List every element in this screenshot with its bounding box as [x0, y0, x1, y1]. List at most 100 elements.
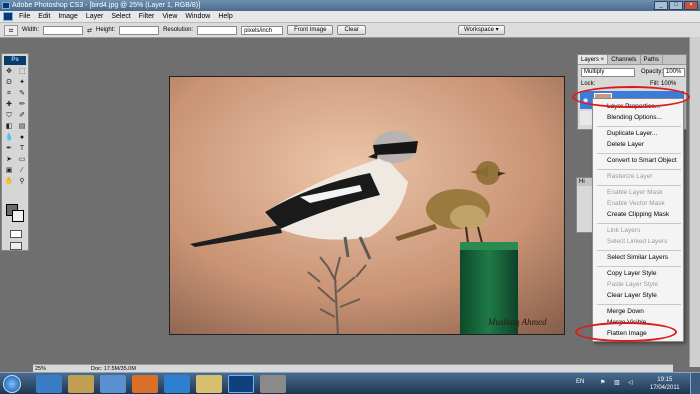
start-button[interactable] [3, 375, 21, 393]
menu-item-blending-options[interactable]: Blending Options... [607, 114, 662, 122]
lock-label: Lock: [581, 81, 596, 87]
menu-item-link-layers: Link Layers [607, 227, 641, 234]
menu-item-convert-smart-object[interactable]: Convert to Smart Object [607, 157, 677, 165]
shape-tool-icon[interactable]: ▭ [16, 155, 28, 165]
hp-icon[interactable] [36, 375, 62, 393]
marquee-tool-icon[interactable]: ⬚ [16, 67, 28, 77]
crop-tool-icon[interactable]: ⌗ [3, 89, 15, 99]
bird-photo: Mushtaq Ahmed [170, 77, 564, 334]
notes-tool-icon[interactable]: ▣ [3, 166, 15, 176]
width-label: Width: [22, 27, 40, 33]
opacity-field[interactable]: 100% [663, 68, 685, 77]
crop-tool-icon[interactable]: ⌗ [4, 24, 18, 36]
minimize-button[interactable]: _ [654, 1, 668, 10]
height-field[interactable] [119, 25, 160, 35]
annotation-ellipse-layer [572, 86, 690, 108]
internet-explorer-icon[interactable] [164, 375, 190, 393]
tab-layers[interactable]: Layers × [578, 55, 609, 64]
status-bar: 25% Doc: 17.5M/35.0M [33, 364, 673, 372]
pen-tool-icon[interactable]: ✒ [3, 144, 15, 154]
outlook-icon[interactable] [100, 375, 126, 393]
photoshop-menu-icon[interactable] [3, 12, 13, 21]
menu-item-select-linked-layers: Select Linked Layers [607, 238, 668, 245]
eyedropper-tool-icon[interactable]: ⁄ [16, 166, 28, 176]
panel-dock-strip [689, 37, 700, 367]
menu-bar: File Edit Image Layer Select Filter View… [0, 11, 700, 23]
clock[interactable]: 19:15 17/04/2011 [650, 376, 680, 392]
close-button[interactable]: × [684, 1, 698, 10]
menu-divider [597, 126, 681, 127]
clear-button[interactable]: Clear [337, 25, 366, 35]
clock-time: 19:15 [657, 377, 673, 383]
menu-divider [597, 266, 681, 267]
maximize-button[interactable]: □ [669, 1, 683, 10]
document-canvas[interactable]: Mushtaq Ahmed [169, 76, 565, 335]
menu-filter[interactable]: Filter [135, 11, 159, 23]
menu-divider [597, 223, 681, 224]
menu-window[interactable]: Window [181, 11, 214, 23]
resolution-unit-select[interactable]: pixels/inch [241, 25, 284, 35]
menu-item-delete-layer[interactable]: Delete Layer [607, 141, 644, 149]
options-bar: ⌗ Width: ⇄ Height: Resolution: pixels/in… [0, 23, 700, 38]
volume-icon[interactable]: ◁ [628, 379, 633, 386]
slice-tool-icon[interactable]: ✎ [16, 89, 28, 99]
gradient-tool-icon[interactable]: ▤ [16, 122, 28, 132]
menu-select[interactable]: Select [107, 11, 134, 23]
front-image-button[interactable]: Front Image [287, 25, 334, 35]
menu-item-duplicate-layer[interactable]: Duplicate Layer... [607, 130, 657, 138]
menu-layer[interactable]: Layer [82, 11, 108, 23]
menu-item-copy-layer-style[interactable]: Copy Layer Style [607, 270, 657, 278]
standard-mode-icon[interactable] [10, 230, 22, 238]
zoom-tool-icon[interactable]: ⚲ [16, 177, 28, 187]
title-bar: Adobe Photoshop CS3 - [bird4.jpg @ 25% (… [0, 0, 700, 11]
stamp-tool-icon[interactable]: ⛉ [3, 111, 15, 121]
network-icon[interactable]: ▥ [614, 379, 620, 386]
healing-tool-icon[interactable]: ✚ [3, 100, 15, 110]
menu-edit[interactable]: Edit [34, 11, 54, 23]
tab-channels[interactable]: Channels [608, 55, 641, 64]
clock-date: 17/04/2011 [650, 385, 680, 391]
history-brush-icon[interactable]: ✐ [16, 111, 28, 121]
app-taskbar-icon[interactable] [260, 375, 286, 393]
menu-divider [597, 169, 681, 170]
explorer-folder-icon[interactable] [196, 375, 222, 393]
menu-divider [597, 185, 681, 186]
media-player-icon[interactable] [68, 375, 94, 393]
photoshop-taskbar-icon[interactable] [228, 375, 254, 393]
window-controls: _ □ × [654, 1, 698, 10]
menu-help[interactable]: Help [214, 11, 236, 23]
resolution-field[interactable] [197, 25, 238, 35]
background-color-swatch[interactable] [12, 210, 24, 222]
menu-item-merge-down[interactable]: Merge Down [607, 308, 644, 316]
type-tool-icon[interactable]: T [16, 144, 28, 154]
menu-item-enable-layer-mask: Enable Layer Mask [607, 189, 663, 196]
flag-icon[interactable]: ⚑ [600, 379, 605, 386]
layer-context-menu: Layer Properties... Blending Options... … [592, 98, 684, 342]
magic-wand-tool-icon[interactable]: ✦ [16, 78, 28, 88]
blur-tool-icon[interactable]: 💧 [3, 133, 15, 143]
dodge-tool-icon[interactable]: ● [16, 133, 28, 143]
menu-item-select-similar-layers[interactable]: Select Similar Layers [607, 254, 668, 262]
menu-item-clear-layer-style[interactable]: Clear Layer Style [607, 292, 657, 300]
brush-tool-icon[interactable]: ✏ [16, 100, 28, 110]
path-select-icon[interactable]: ➤ [3, 155, 15, 165]
tab-paths[interactable]: Paths [641, 55, 663, 64]
hand-tool-icon[interactable]: ✋ [3, 177, 15, 187]
workspace-button[interactable]: Workspace ▾ [458, 25, 505, 35]
firefox-icon[interactable] [132, 375, 158, 393]
screen-mode-icon[interactable] [10, 242, 22, 250]
show-desktop-button[interactable] [690, 373, 700, 394]
fill-value: 100% [661, 81, 677, 87]
move-tool-icon[interactable]: ✥ [3, 67, 15, 77]
eraser-tool-icon[interactable]: ◧ [3, 122, 15, 132]
width-field[interactable] [43, 25, 84, 35]
language-indicator[interactable]: EN [576, 379, 584, 385]
menu-item-create-clipping-mask[interactable]: Create Clipping Mask [607, 211, 669, 219]
menu-file[interactable]: File [15, 11, 34, 23]
blend-mode-select[interactable]: Multiply [581, 68, 635, 77]
menu-view[interactable]: View [158, 11, 181, 23]
lasso-tool-icon[interactable]: ʘ [3, 78, 15, 88]
resolution-label: Resolution: [163, 27, 194, 33]
swap-icon[interactable]: ⇄ [87, 27, 92, 34]
menu-image[interactable]: Image [54, 11, 81, 23]
